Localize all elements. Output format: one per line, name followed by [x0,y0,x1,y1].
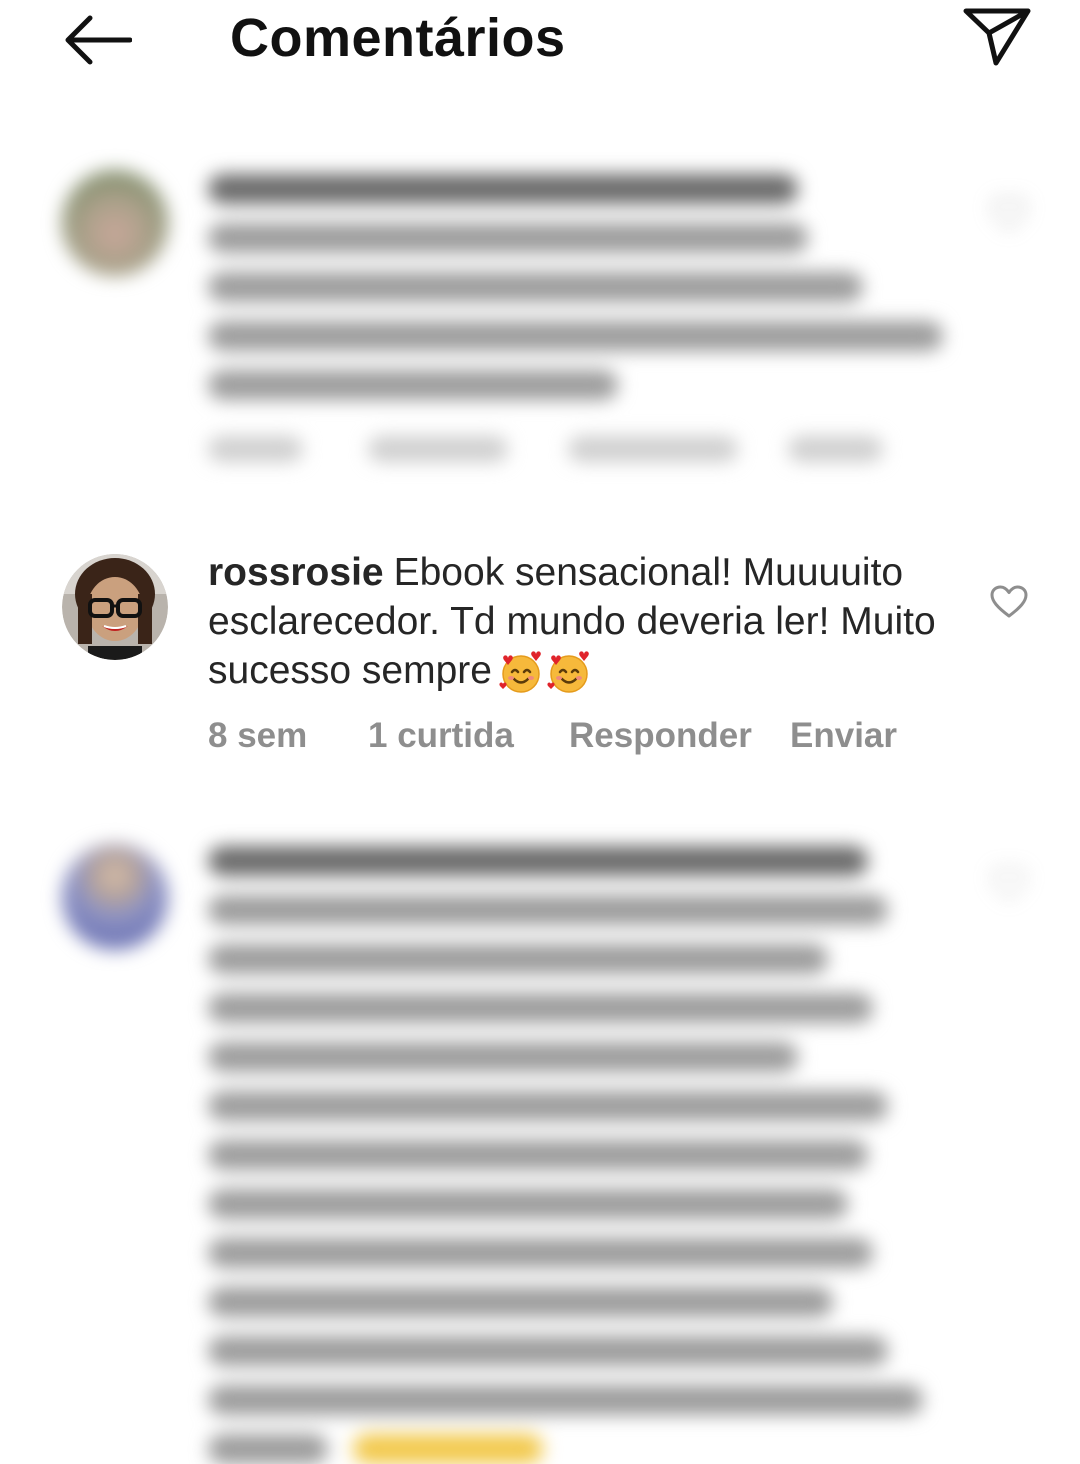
send-button[interactable]: Enviar [790,716,897,756]
like-button[interactable] [988,864,1030,904]
share-button[interactable] [955,0,1039,72]
comment-text-blurred [208,846,968,1464]
like-button[interactable] [988,582,1030,622]
comment-username[interactable]: rossrosie [208,551,384,594]
likes-count[interactable]: 1 curtida [368,716,514,756]
paper-plane-icon [963,8,1031,66]
comment-text: rossrosie Ebook sensacional! Muuuuito esc… [208,548,968,696]
comment-actions: 8 sem 1 curtida Responder Enviar [208,716,968,760]
smiling-face-hearts-icon [499,651,541,693]
heart-outline-icon [991,197,1027,230]
like-button[interactable] [988,194,1030,234]
commenter-avatar[interactable] [62,170,168,276]
commenter-avatar[interactable] [62,554,168,660]
emoji-smiling-hearts [498,650,592,696]
back-button[interactable] [55,8,139,72]
heart-outline-icon [991,867,1027,900]
reply-button[interactable]: Responder [569,716,752,756]
comment-time: 8 sem [208,715,308,755]
smiling-face-hearts-icon [547,651,589,693]
comment-body: rossrosie Ebook sensacional! Muuuuito esc… [208,548,968,760]
page-title: Comentários [230,8,566,68]
heart-outline-icon [990,585,1028,618]
arrow-left-icon [65,15,132,65]
avatar-photo [62,554,168,660]
comments-header: Comentários [0,0,1080,80]
commenter-avatar[interactable] [62,844,168,950]
comment-text-blurred [208,174,968,466]
